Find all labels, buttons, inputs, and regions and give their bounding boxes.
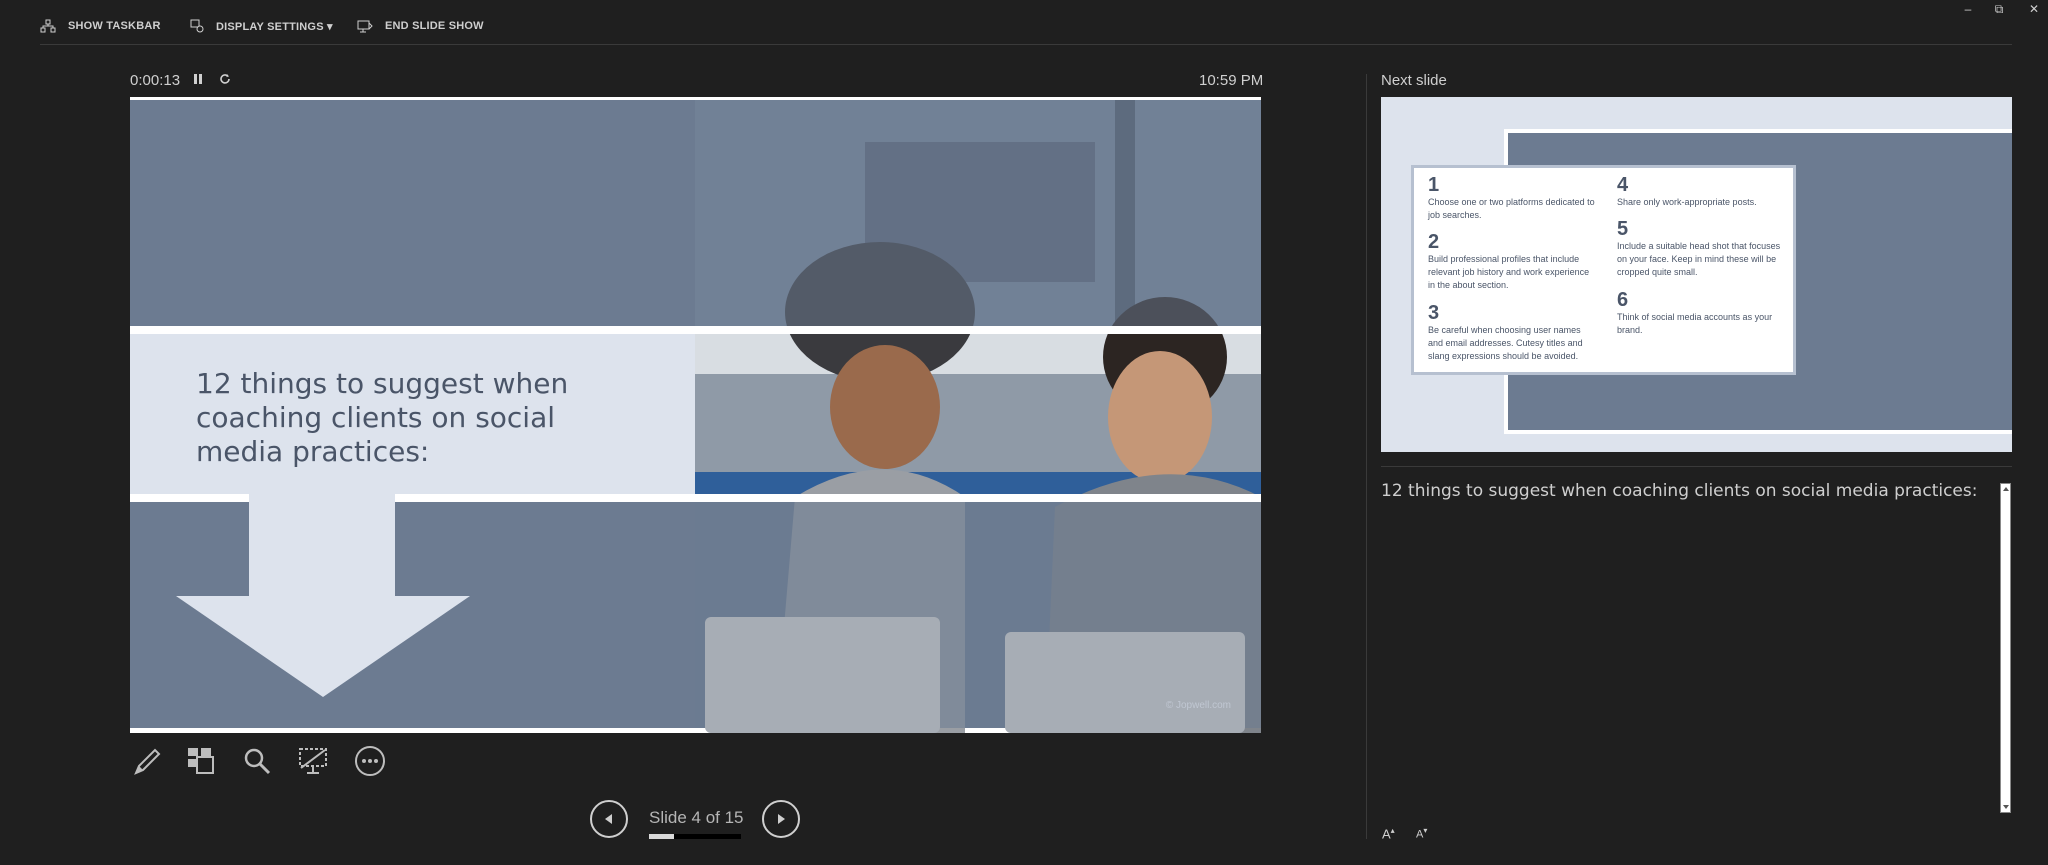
reset-timer-button[interactable] — [218, 72, 232, 89]
slide-separator — [130, 326, 1261, 334]
tip-text: Be careful when choosing user names and … — [1428, 325, 1583, 361]
end-slide-show-label: END SLIDE SHOW — [385, 20, 484, 32]
slide-counter: Slide 4 of 15 — [649, 808, 744, 827]
presenter-toolbar: SHOW TASKBAR DISPLAY SETTINGS ▾ END SLID… — [0, 0, 2048, 44]
clock: 10:59 PM — [1199, 72, 1264, 89]
display-settings-label: DISPLAY SETTINGS ▾ — [216, 20, 333, 33]
pen-icon — [134, 748, 161, 775]
end-slide-show-button[interactable]: END SLIDE SHOW — [357, 16, 484, 36]
arrow-right-icon — [778, 814, 785, 824]
tip-number: 5 — [1617, 218, 1629, 240]
see-all-slides-button[interactable] — [184, 744, 218, 778]
tip-item: 5 Include a suitable head shot that focu… — [1617, 218, 1787, 279]
black-screen-button[interactable] — [296, 744, 330, 778]
decrease-font-button[interactable]: A▾ — [1416, 826, 1427, 841]
previous-slide-button[interactable] — [590, 800, 628, 838]
reset-icon — [220, 74, 230, 84]
increase-font-button[interactable]: A▴ — [1382, 826, 1395, 841]
taskbar-icon — [40, 19, 56, 33]
more-icon — [355, 746, 385, 776]
tip-number: 4 — [1617, 174, 1629, 196]
font-up-icon: ▴ — [1390, 826, 1395, 835]
more-options-button[interactable] — [353, 744, 387, 778]
increase-font-label: A — [1382, 826, 1391, 842]
scroll-up-icon — [2003, 487, 2009, 491]
font-down-icon: ▾ — [1423, 826, 1428, 835]
tip-number: 3 — [1428, 302, 1440, 324]
pause-icon — [194, 74, 202, 84]
magnifier-icon — [244, 748, 271, 775]
tip-item: 3 Be careful when choosing user names an… — [1428, 302, 1598, 363]
elapsed-timer: 0:00:13 — [130, 72, 181, 89]
tip-item: 4 Share only work-appropriate posts. — [1617, 174, 1787, 209]
notes-scrollbar[interactable] — [2000, 483, 2011, 813]
arrow-left-icon — [605, 814, 612, 824]
photo-credit: © Jopwell.com — [1165, 700, 1231, 711]
tip-number: 2 — [1428, 231, 1440, 253]
current-slide[interactable]: 12 things to suggest when coaching clien… — [130, 97, 1261, 733]
next-slide-label: Next slide — [1381, 72, 1447, 89]
tip-number: 1 — [1428, 174, 1440, 196]
pause-timer-button[interactable] — [192, 72, 204, 89]
slide-title: 12 things to suggest when coaching clien… — [196, 367, 569, 468]
display-settings-icon — [190, 19, 204, 33]
speaker-notes[interactable]: 12 things to suggest when coaching clien… — [1381, 481, 1981, 501]
restore-button[interactable]: ⧉ — [1989, 2, 2009, 17]
next-slide-button[interactable] — [762, 800, 800, 838]
slides-grid-icon — [188, 748, 214, 774]
screen-off-icon — [299, 748, 327, 774]
tip-item: 2 Build professional profiles that inclu… — [1428, 231, 1598, 292]
tip-text: Share only work-appropriate posts. — [1617, 197, 1757, 207]
slide-progress-fill — [649, 834, 674, 839]
tip-item: 6 Think of social media accounts as your… — [1617, 289, 1787, 337]
next-slide-preview[interactable]: 1 Choose one or two platforms dedicated … — [1381, 97, 2012, 452]
tips-card: 1 Choose one or two platforms dedicated … — [1411, 165, 1796, 375]
zoom-button[interactable] — [240, 744, 274, 778]
tip-item: 1 Choose one or two platforms dedicated … — [1428, 174, 1598, 222]
people-photo-illustration — [695, 100, 1261, 733]
panel-divider — [1366, 74, 1367, 839]
notes-divider — [1381, 466, 2012, 467]
tip-number: 6 — [1617, 289, 1629, 311]
tip-text: Include a suitable head shot that focuse… — [1617, 241, 1781, 277]
show-taskbar-label: SHOW TASKBAR — [68, 20, 161, 32]
minimize-button[interactable]: – — [1958, 2, 1978, 16]
show-taskbar-button[interactable]: SHOW TASKBAR — [40, 16, 161, 36]
down-arrow-shape — [176, 494, 470, 697]
slide-progress-bar — [649, 834, 741, 839]
pen-tool-button[interactable] — [130, 744, 164, 778]
scroll-down-icon — [2003, 805, 2009, 809]
tip-text: Think of social media accounts as your b… — [1617, 312, 1773, 335]
tip-text: Choose one or two platforms dedicated to… — [1428, 197, 1595, 220]
end-show-icon — [357, 20, 373, 33]
slide-photo — [695, 97, 1261, 733]
tip-text: Build professional profiles that include… — [1428, 254, 1590, 290]
display-settings-button[interactable]: DISPLAY SETTINGS ▾ — [190, 16, 333, 36]
close-button[interactable]: ✕ — [2024, 2, 2044, 16]
toolbar-divider — [40, 44, 2012, 45]
